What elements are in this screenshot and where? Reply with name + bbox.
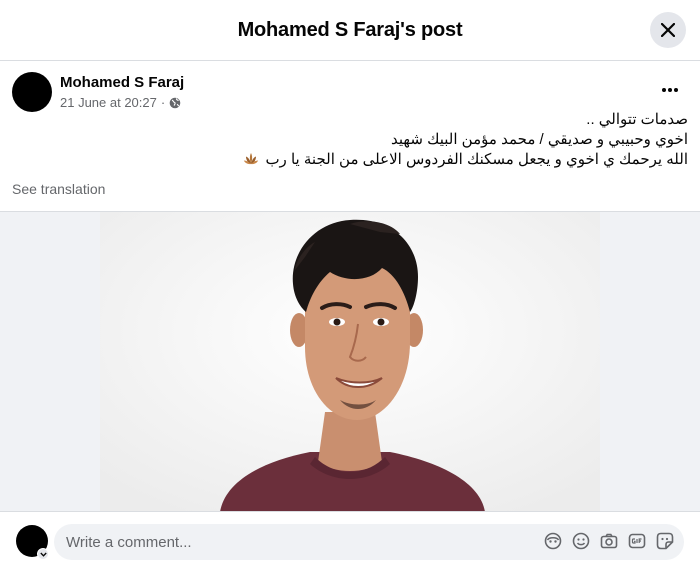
more-dot-icon — [674, 88, 679, 92]
sticker-button[interactable] — [656, 532, 674, 550]
post-line-2: اخوي وحبيبي و صديقي / محمد مؤمن البيك شه… — [391, 131, 688, 148]
avatar-sticker-button[interactable] — [544, 532, 562, 550]
more-dot-icon — [668, 88, 672, 92]
account-switch-badge[interactable] — [37, 548, 49, 560]
photo-button[interactable] — [600, 532, 618, 550]
dialog-title: Mohamed S Faraj's post — [237, 18, 463, 41]
post-line-1: صدمات تتوالي .. — [586, 111, 688, 128]
more-dot-icon — [661, 88, 666, 92]
post-photo-container — [0, 211, 700, 512]
comment-input-box[interactable] — [54, 524, 684, 560]
close-button[interactable] — [650, 12, 686, 48]
sticker-icon — [656, 532, 674, 550]
post-photo[interactable] — [100, 212, 600, 512]
globe-icon[interactable] — [169, 97, 181, 109]
author-avatar[interactable] — [12, 72, 52, 112]
emoji-icon — [572, 532, 590, 550]
post-meta: 21 June at 20:27 · — [60, 95, 181, 110]
author-name[interactable]: Mohamed S Faraj — [60, 74, 184, 91]
more-options-button[interactable] — [654, 78, 686, 102]
dialog-header: Mohamed S Faraj's post — [0, 0, 700, 61]
meta-separator: · — [160, 95, 166, 110]
post-line-3: الله يرحمك ي اخوي و يجعل مسكنك الفردوس ا… — [88, 150, 688, 170]
chevron-down-icon — [39, 552, 47, 557]
portrait-image — [100, 212, 600, 512]
post-date[interactable]: 21 June at 20:27 — [60, 95, 157, 110]
camera-icon — [600, 533, 618, 549]
comment-actions — [544, 532, 674, 550]
post-body: صدمات تتوالي .. اخوي وحبيبي و صديقي / مح… — [88, 110, 688, 170]
comment-input[interactable] — [66, 533, 526, 551]
comment-composer — [0, 511, 700, 577]
avatar-sticker-icon — [544, 532, 562, 550]
gif-button[interactable] — [628, 532, 646, 550]
see-translation-link[interactable]: See translation — [12, 181, 105, 197]
gif-icon — [628, 533, 646, 549]
close-icon — [661, 23, 675, 37]
lotus-icon — [244, 153, 259, 165]
emoji-button[interactable] — [572, 532, 590, 550]
post-line-3-text: الله يرحمك ي اخوي و يجعل مسكنك الفردوس ا… — [265, 151, 688, 168]
